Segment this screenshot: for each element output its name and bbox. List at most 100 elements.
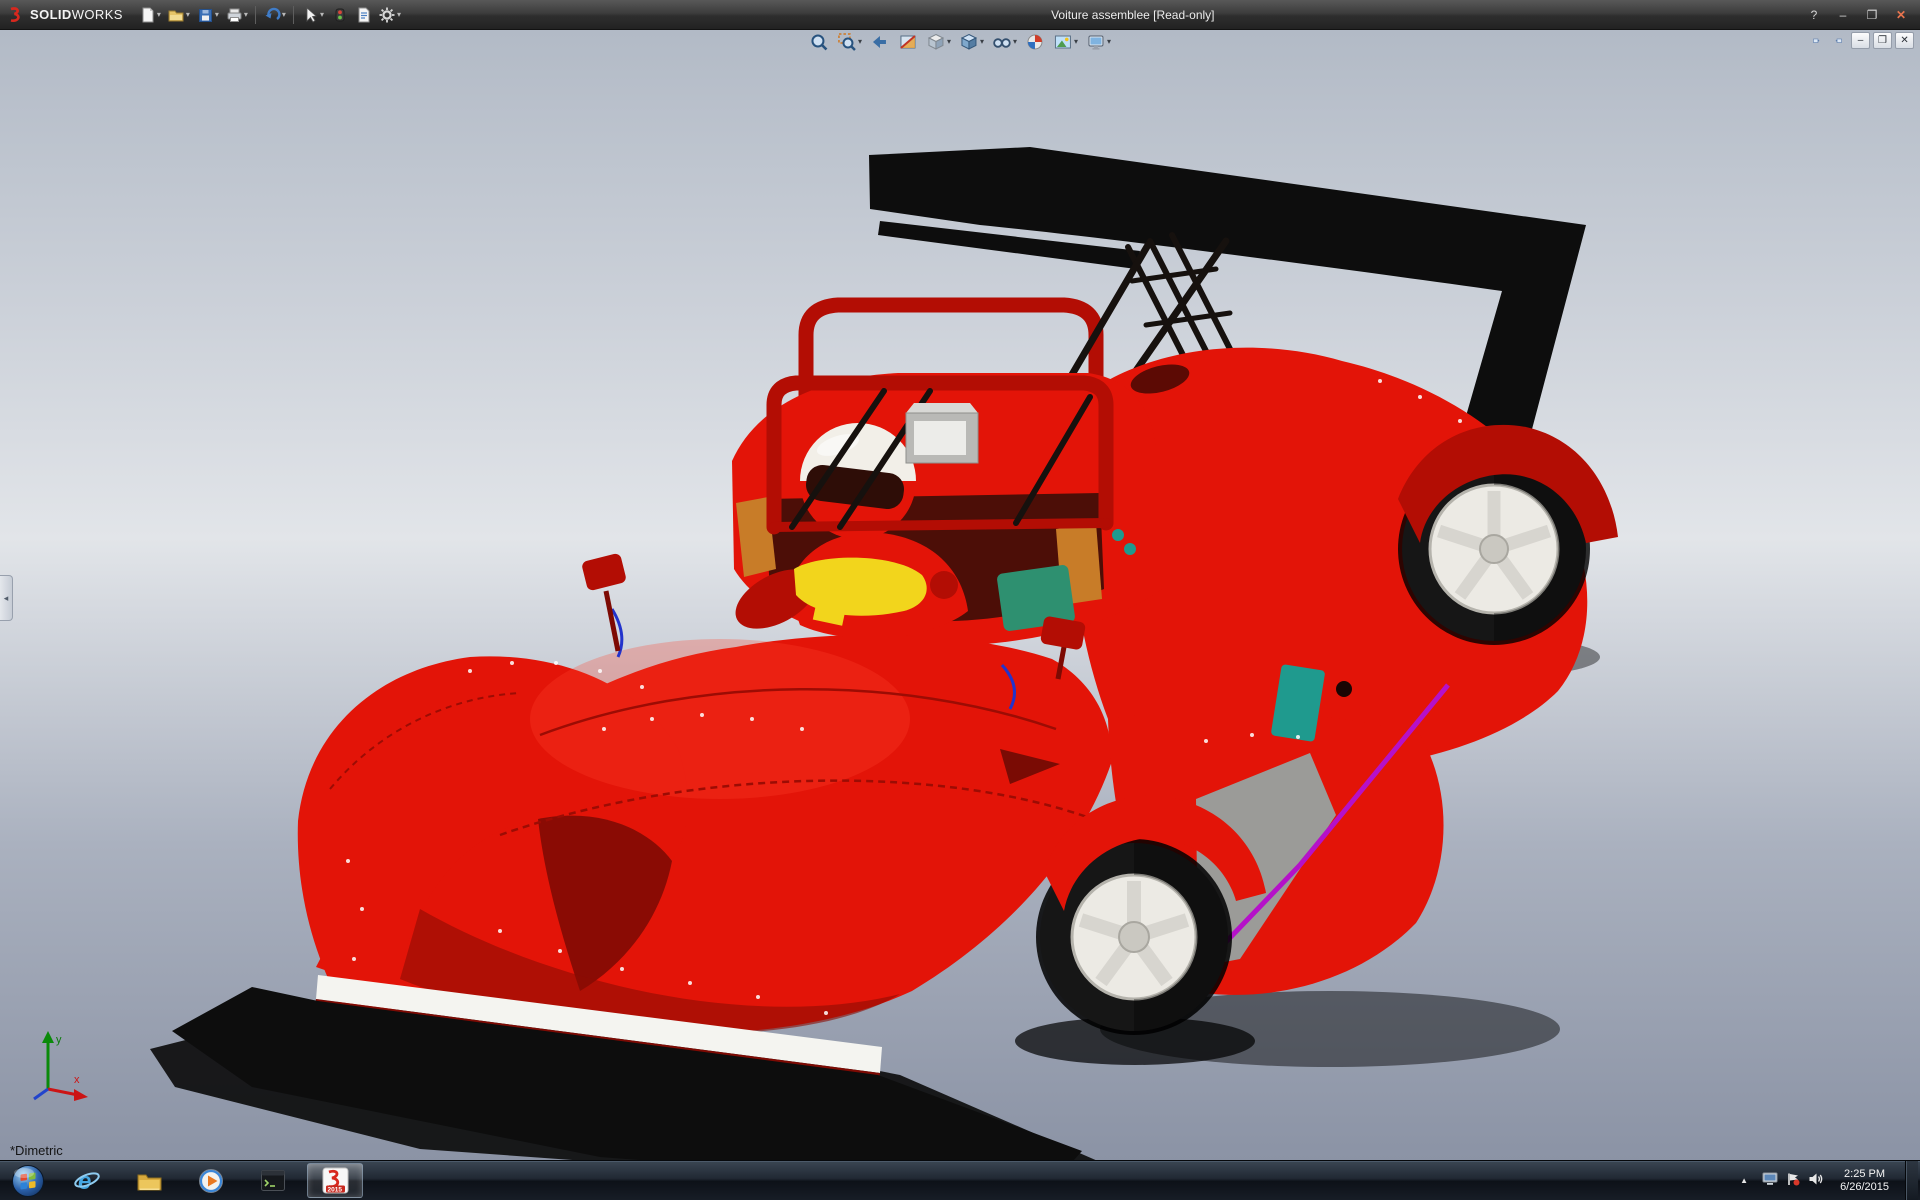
zoom-to-fit-button[interactable]: [808, 31, 830, 53]
document-window-controls: – ❐ ✕: [1807, 32, 1914, 49]
previous-view-button[interactable]: [869, 31, 891, 53]
zoom-to-fit-icon: [809, 32, 829, 52]
print-icon: [225, 6, 243, 24]
zoom-to-area-button[interactable]: ▾: [836, 31, 863, 53]
show-desktop-button[interactable]: [1905, 1161, 1918, 1200]
taskbar-internet-explorer[interactable]: e: [59, 1163, 115, 1198]
view-settings-button[interactable]: ▾: [1085, 31, 1112, 53]
taskbar-solidworks[interactable]: 2015: [307, 1163, 363, 1198]
solidworks-logo-icon: [8, 6, 25, 23]
options-gear-icon: [378, 6, 396, 24]
system-tray: ▲: [1734, 1161, 1920, 1200]
previous-view-icon: [870, 32, 890, 52]
print-button[interactable]: ▾: [222, 3, 251, 27]
help-button[interactable]: ?: [1801, 5, 1827, 25]
view-orientation-button[interactable]: ▾: [925, 31, 952, 53]
apply-scene-button[interactable]: ▾: [1052, 31, 1079, 53]
tray-time: 2:25 PM: [1840, 1168, 1889, 1181]
view-settings-icon: [1086, 32, 1106, 52]
taskbar-command-window[interactable]: [245, 1163, 301, 1198]
caret-down-icon: ▾: [947, 38, 951, 46]
maximize-window-button[interactable]: ❐: [1859, 5, 1885, 25]
undo-button[interactable]: ▾: [260, 3, 289, 27]
display-style-icon: [959, 32, 979, 52]
tray-volume-button[interactable]: [1808, 1172, 1824, 1189]
side-intake-hole: [1336, 681, 1352, 697]
select-cursor-icon: [301, 6, 319, 24]
window-title: Voiture assemblee [Read-only]: [1051, 8, 1214, 22]
titlebar: SOLIDWORKS ▾ ▾ ▾: [0, 0, 1920, 30]
solidworks-window: SOLIDWORKS ▾ ▾ ▾: [0, 0, 1920, 1200]
caret-down-icon: ▾: [980, 38, 984, 46]
command-window-icon: [260, 1169, 286, 1192]
zoom-to-area-icon: [837, 32, 857, 52]
caret-down-icon: ▾: [244, 11, 248, 19]
close-window-button[interactable]: ✕: [1888, 5, 1914, 25]
new-document-button[interactable]: ▾: [135, 3, 164, 27]
caret-down-icon: ▾: [186, 11, 190, 19]
graphics-viewport[interactable]: ▾ ▾: [0, 29, 1920, 1161]
caret-down-icon: ▾: [157, 11, 161, 19]
rebuild-button[interactable]: [327, 3, 351, 27]
apply-scene-icon: [1053, 32, 1073, 52]
file-properties-icon: [354, 6, 372, 24]
edit-appearance-button[interactable]: [1024, 31, 1046, 53]
tray-date: 6/26/2015: [1840, 1181, 1889, 1194]
previous-window-button[interactable]: [1807, 32, 1826, 49]
caret-down-icon: ▾: [320, 11, 324, 19]
new-document-icon: [138, 6, 156, 24]
caret-down-icon: ▾: [1107, 38, 1111, 46]
display-style-button[interactable]: ▾: [958, 31, 985, 53]
windows-start-icon: [11, 1164, 45, 1198]
previous-window-icon: [1813, 35, 1820, 47]
tray-display-icon-button[interactable]: [1762, 1172, 1778, 1189]
restore-document-button[interactable]: ❐: [1873, 32, 1892, 49]
show-hidden-icons-button[interactable]: ▲: [1734, 1175, 1754, 1186]
race-car-model[interactable]: [150, 147, 1618, 1161]
solidworks-version-badge: 2015: [327, 1187, 342, 1194]
taskbar-media-player[interactable]: [183, 1163, 239, 1198]
solidworks-brand: SOLIDWORKS: [0, 6, 135, 23]
tray-action-center-button[interactable]: [1786, 1172, 1800, 1189]
collapse-left-icon: ◂: [4, 593, 9, 604]
speaker-icon: [1808, 1172, 1824, 1186]
feature-panel-collapse-tab[interactable]: ◂: [0, 575, 13, 621]
taskbar-windows-explorer[interactable]: [121, 1163, 177, 1198]
heads-up-view-toolbar: ▾ ▾: [808, 31, 1112, 53]
hide-show-items-button[interactable]: ▾: [991, 31, 1018, 53]
undo-icon: [263, 6, 281, 24]
options-button[interactable]: ▾: [375, 3, 404, 27]
toolbar-separator: [293, 6, 294, 24]
triad-y-label: y: [56, 1034, 62, 1046]
tray-display-icon: [1762, 1172, 1778, 1186]
save-icon: [196, 6, 214, 24]
section-view-button[interactable]: [897, 31, 919, 53]
save-button[interactable]: ▾: [193, 3, 222, 27]
reference-triad[interactable]: y x: [16, 1025, 100, 1109]
next-window-button[interactable]: [1829, 32, 1848, 49]
section-view-icon: [898, 32, 918, 52]
view-orientation-label: *Dimetric: [10, 1143, 63, 1158]
select-button[interactable]: ▾: [298, 3, 327, 27]
start-button[interactable]: [0, 1161, 56, 1200]
caret-down-icon: ▾: [1074, 38, 1078, 46]
close-document-button[interactable]: ✕: [1895, 32, 1914, 49]
open-document-icon: [167, 6, 185, 24]
brand-text: SOLIDWORKS: [30, 7, 123, 22]
next-window-icon: [1835, 35, 1842, 47]
triad-x-label: x: [74, 1074, 80, 1086]
rebuild-icon: [330, 6, 348, 24]
view-orientation-cube-icon: [926, 32, 946, 52]
hide-show-items-icon: [992, 32, 1012, 52]
caret-down-icon: ▾: [215, 11, 219, 19]
taskbar-clock[interactable]: 2:25 PM 6/26/2015: [1832, 1168, 1897, 1194]
3d-viewport-canvas[interactable]: [0, 29, 1920, 1161]
minimize-document-button[interactable]: –: [1851, 32, 1870, 49]
minimize-window-button[interactable]: –: [1830, 5, 1856, 25]
internet-explorer-icon: e: [73, 1167, 101, 1195]
open-document-button[interactable]: ▾: [164, 3, 193, 27]
file-properties-button[interactable]: [351, 3, 375, 27]
toolbar-separator: [255, 6, 256, 24]
caret-down-icon: ▾: [282, 11, 286, 19]
caret-down-icon: ▾: [858, 38, 862, 46]
